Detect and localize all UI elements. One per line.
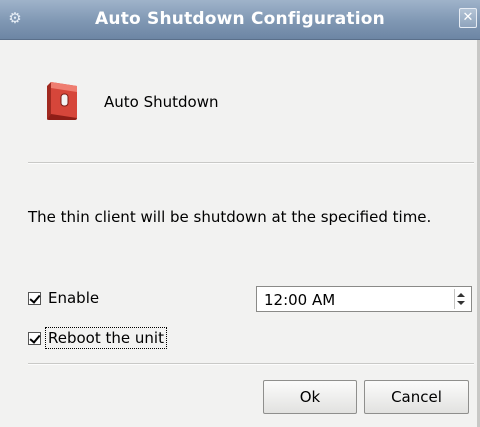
spin-up-arrow-icon[interactable] <box>457 293 465 297</box>
window-title: Auto Shutdown Configuration <box>95 9 385 29</box>
enable-label: Enable <box>48 289 100 307</box>
enable-option[interactable]: Enable <box>28 287 99 309</box>
close-icon: ✕ <box>462 10 474 25</box>
separator <box>28 162 474 164</box>
time-spinner[interactable] <box>454 289 469 309</box>
reboot-label: Reboot the unit <box>45 327 167 349</box>
ok-button[interactable]: Ok <box>263 380 357 414</box>
time-input[interactable]: 12:00 AM <box>256 286 472 312</box>
reboot-option[interactable]: Reboot the unit <box>28 327 167 349</box>
cancel-button[interactable]: Cancel <box>364 380 469 414</box>
enable-checkbox[interactable] <box>28 291 41 305</box>
close-button[interactable]: ✕ <box>459 8 477 28</box>
title-bar[interactable]: ⚙ Auto Shutdown Configuration ✕ <box>0 0 480 40</box>
spin-down-arrow-icon[interactable] <box>457 301 465 305</box>
time-value: 12:00 AM <box>264 291 336 309</box>
header-label: Auto Shutdown <box>104 93 219 111</box>
power-switch-icon <box>47 82 77 120</box>
separator <box>28 363 474 365</box>
reboot-checkbox[interactable] <box>28 331 41 345</box>
description-text: The thin client will be shutdown at the … <box>28 208 432 226</box>
